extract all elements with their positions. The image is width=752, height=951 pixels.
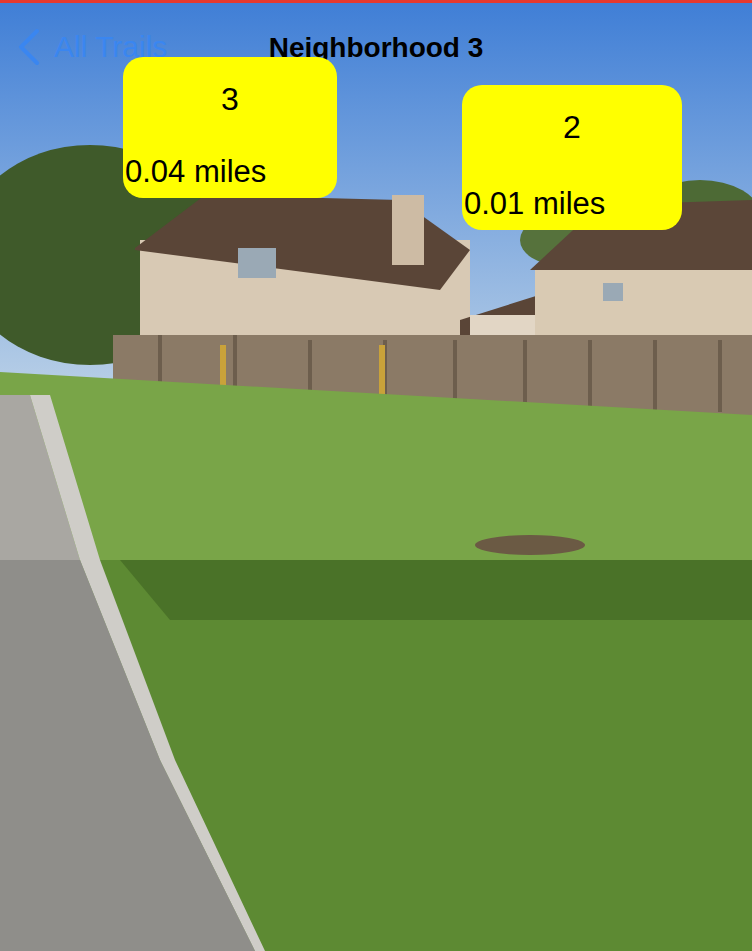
marker-number: 2: [464, 107, 680, 147]
chevron-left-icon: [16, 28, 42, 66]
marker-distance: 0.04 miles: [125, 153, 335, 192]
nav-bar: All Trails Neighborhood 3: [0, 3, 752, 91]
marker-distance: 0.01 miles: [464, 185, 680, 224]
trail-marker[interactable]: 3 0.04 miles: [123, 57, 337, 198]
ar-view: All Trails Neighborhood 3 3 0.04 miles 2 0.…: [0, 0, 752, 951]
trail-marker[interactable]: 2 0.01 miles: [462, 85, 682, 230]
marker-number: 3: [125, 79, 335, 119]
top-strip: [0, 0, 752, 3]
